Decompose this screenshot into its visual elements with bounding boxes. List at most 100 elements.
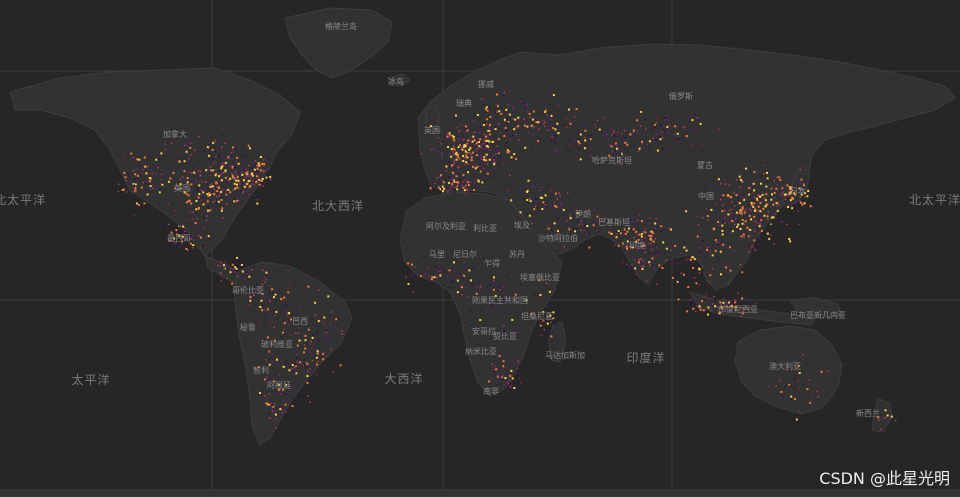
density-point: [236, 183, 238, 186]
density-point: [280, 298, 283, 301]
density-point: [750, 234, 753, 237]
density-point: [527, 179, 530, 182]
density-point: [753, 247, 755, 249]
density-point: [533, 206, 535, 208]
density-point: [222, 277, 224, 279]
density-point: [617, 244, 620, 247]
place-label-kazakhstan: 哈萨克斯坦: [592, 155, 632, 165]
density-point: [145, 181, 148, 183]
density-point: [216, 186, 218, 188]
watermark: CSDN @此星光明: [819, 469, 950, 488]
density-point: [173, 193, 175, 195]
density-point: [196, 188, 198, 190]
density-point: [566, 220, 568, 222]
density-point: [541, 197, 544, 199]
density-point: [578, 147, 580, 150]
density-point: [708, 200, 710, 203]
density-point: [652, 240, 655, 243]
density-point: [455, 175, 458, 178]
density-point: [289, 366, 291, 368]
density-point: [433, 147, 436, 150]
density-point: [142, 173, 144, 175]
density-point: [221, 187, 224, 189]
density-point: [806, 388, 809, 391]
density-point: [659, 136, 661, 138]
density-point: [745, 197, 747, 199]
density-point: [757, 209, 759, 212]
density-point: [669, 127, 671, 129]
density-point: [181, 254, 184, 257]
density-point: [674, 125, 677, 128]
density-point: [270, 402, 273, 404]
density-point: [269, 300, 271, 303]
density-point: [636, 250, 639, 252]
density-point: [183, 228, 185, 230]
density-point: [765, 185, 768, 188]
density-point: [526, 190, 528, 193]
density-point: [454, 171, 457, 173]
density-point: [216, 271, 218, 273]
density-point: [296, 329, 298, 331]
density-point: [707, 219, 709, 221]
density-point: [527, 202, 529, 204]
density-point: [489, 145, 491, 147]
density-point: [728, 184, 730, 186]
density-point: [796, 417, 799, 419]
density-point: [654, 252, 657, 254]
density-point: [480, 158, 482, 160]
landmass-antarctica-edge: [0, 489, 960, 497]
density-point: [489, 309, 491, 311]
density-point: [645, 128, 647, 130]
density-point: [544, 204, 547, 206]
density-point: [468, 302, 470, 305]
density-point: [224, 176, 227, 179]
density-point: [626, 248, 628, 250]
density-point: [309, 351, 311, 353]
density-point: [141, 165, 143, 167]
density-point: [237, 179, 240, 182]
density-point: [443, 187, 446, 190]
density-point: [762, 164, 764, 166]
density-point: [497, 313, 500, 316]
density-point: [450, 178, 452, 181]
density-point: [773, 243, 775, 245]
density-point: [759, 210, 762, 213]
density-point: [498, 110, 501, 113]
density-point: [440, 269, 442, 271]
density-point: [787, 206, 790, 208]
world-map[interactable]: 北太平洋 北太平洋 北大西洋 太平洋 大西洋 印度洋 格陵兰岛 冰岛 挪威 瑞典…: [0, 0, 960, 497]
density-point: [300, 339, 303, 342]
place-label-canada: 加拿大: [163, 129, 187, 139]
density-point: [511, 377, 514, 380]
density-point: [230, 198, 232, 200]
density-point: [235, 179, 238, 182]
density-point: [520, 381, 522, 384]
density-point: [802, 354, 804, 356]
density-point: [253, 296, 255, 299]
density-point: [506, 381, 508, 384]
density-point: [733, 223, 736, 226]
density-point: [718, 194, 720, 197]
density-point: [658, 264, 661, 267]
density-point: [755, 221, 757, 224]
density-point: [648, 235, 651, 238]
density-point: [265, 359, 267, 361]
density-point: [663, 130, 665, 132]
density-point: [166, 252, 169, 254]
density-point: [462, 185, 464, 187]
density-point: [666, 125, 669, 128]
density-point: [528, 132, 530, 134]
density-point: [660, 125, 662, 127]
density-point: [615, 147, 618, 150]
density-point: [280, 393, 282, 395]
density-point: [713, 295, 715, 298]
density-point: [746, 209, 748, 211]
density-point: [278, 393, 280, 396]
density-point: [623, 228, 626, 231]
density-point: [687, 286, 690, 288]
density-point: [215, 183, 217, 185]
density-point: [411, 274, 413, 277]
density-point: [504, 315, 506, 317]
density-point: [537, 140, 540, 142]
density-point: [556, 149, 558, 151]
